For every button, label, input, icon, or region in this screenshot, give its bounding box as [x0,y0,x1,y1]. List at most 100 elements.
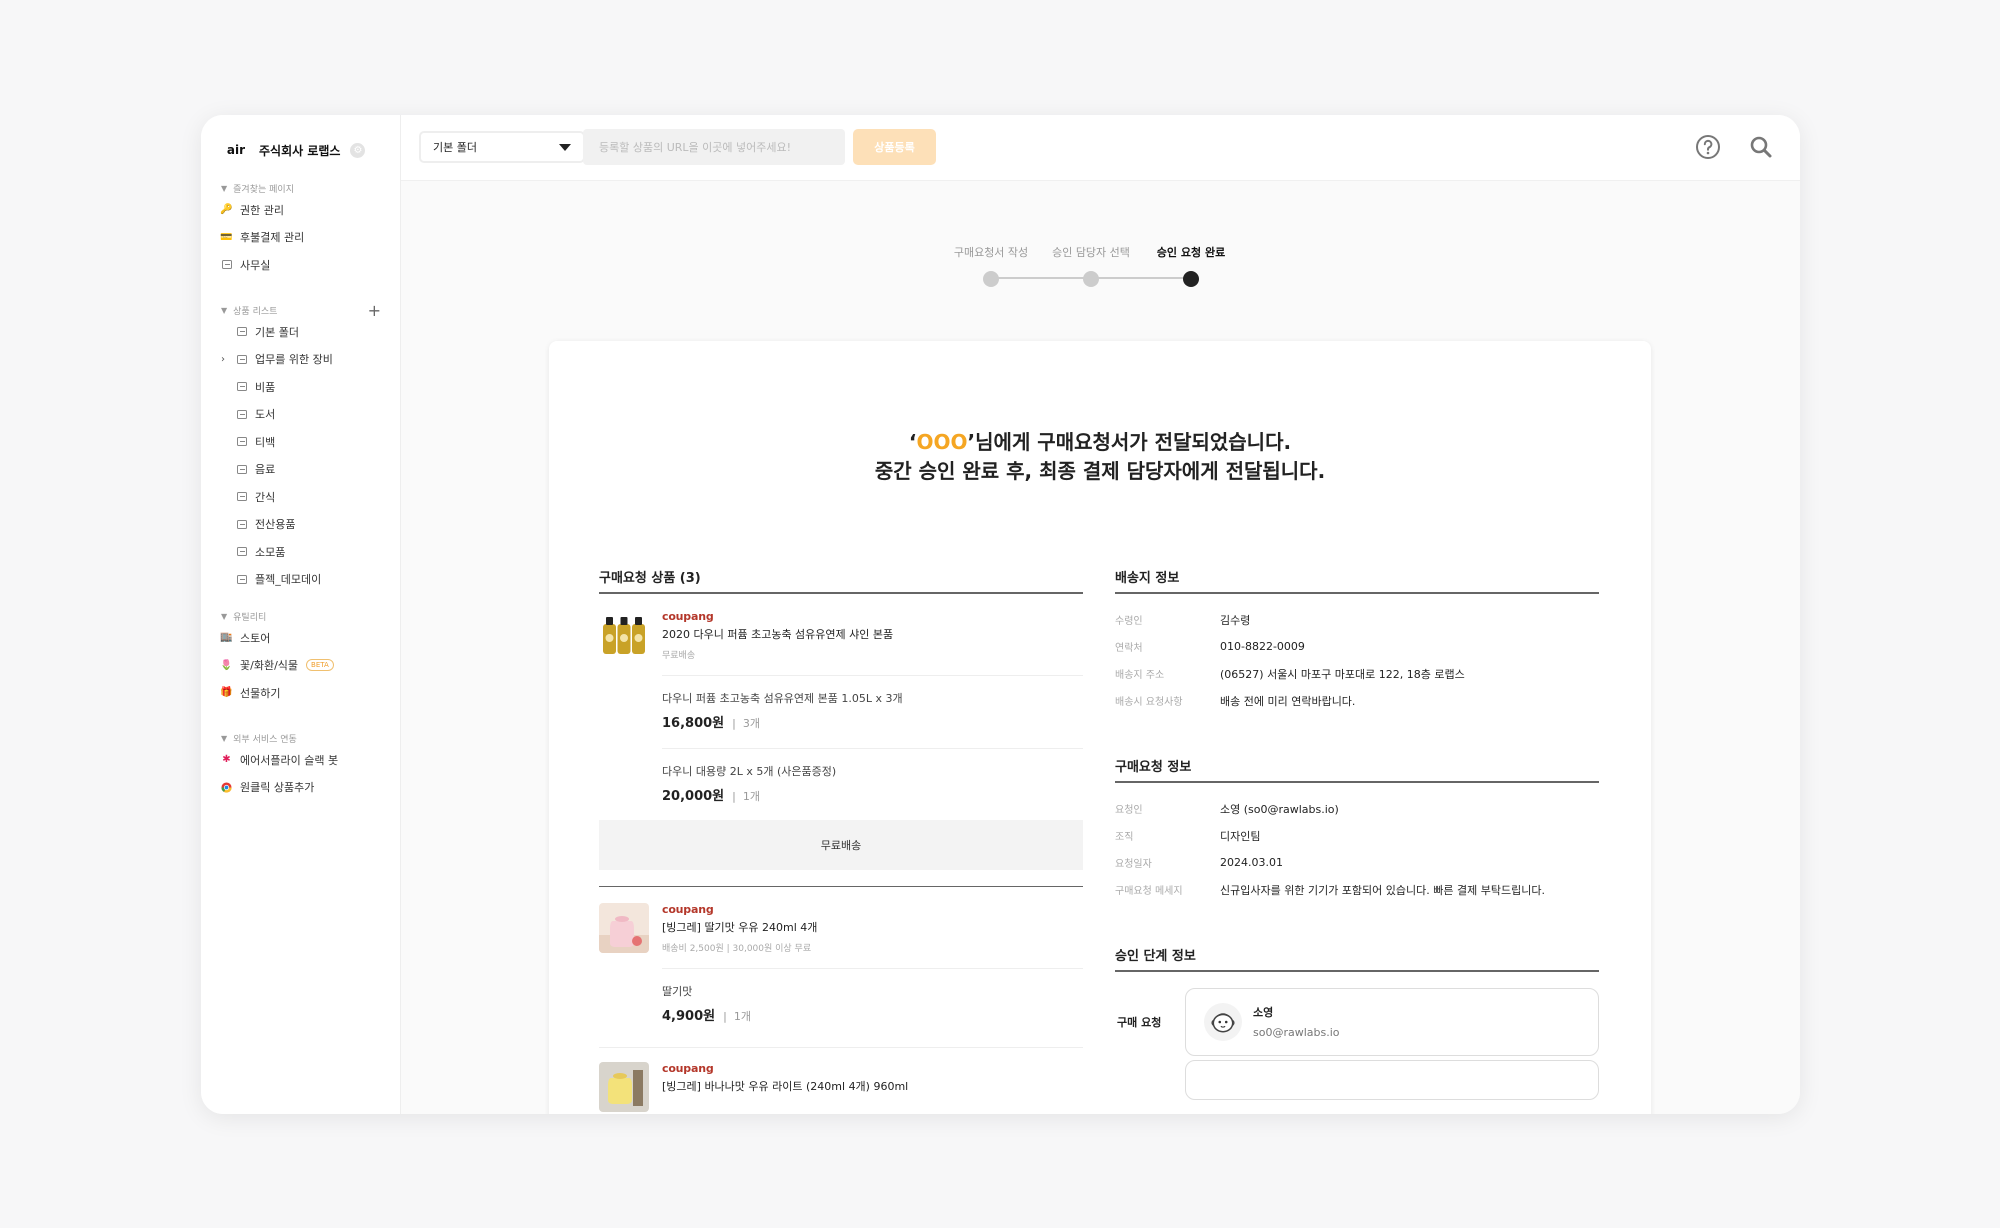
favorites-section: ▼ 즐겨찾는 페이지 🔑 권한 관리 💳 후불결제 관리 사무실 [220,180,391,279]
topbar: 기본 폴더 상품등록 [401,115,1800,181]
caret-down-icon: ▼ [221,183,228,193]
request-row: 요청일자 2024.03.01 [1115,856,1283,870]
coupang-logo: coupang [662,1062,714,1075]
sidebar-folder-item[interactable]: 플젝_데모데이 [221,566,391,594]
option-qty: 1개 [733,1010,751,1023]
folder-icon [236,409,247,420]
caret-down-icon: ▼ [221,611,228,621]
option-name: 다우니 퍼퓸 초고농축 섬유유연제 본품 1.05L x 3개 [662,692,903,705]
folder-icon [236,464,247,475]
app-window: air 주식회사 로랩스 ⚙ ▼ 즐겨찾는 페이지 🔑 권한 관리 💳 후불결제… [201,115,1800,1114]
products-section: ▼ 상품 리스트 + 기본 폴더 › 업무를 위한 장비 비품 도서 티백 음료 … [221,301,391,594]
sidebar-folder-item[interactable]: 음료 [221,456,391,484]
brand-logo: air [223,137,249,163]
products-section-title[interactable]: ▼ 상품 리스트 + [221,301,391,320]
approver-name-label: 소영 [1253,1006,1274,1019]
option-price: 20,000원 [662,789,725,804]
store-icon: 🏬 [220,632,233,644]
sidebar-item-one-click[interactable]: 원클릭 상품추가 [221,774,391,802]
approver-email: so0@rawlabs.io [1253,1026,1340,1039]
sidebar-folder-item[interactable]: 소모품 [221,538,391,566]
sidebar-item-flowers[interactable]: 🌷 꽃/화환/식물 BETA [220,652,391,680]
register-product-button[interactable]: 상품등록 [853,129,936,165]
chrome-icon [221,782,232,793]
utility-section-title[interactable]: ▼ 유틸리티 [221,608,391,624]
product-image-banana-milk[interactable] [599,1062,649,1112]
folder-select[interactable]: 기본 폴더 [419,131,585,163]
approver-name: OOO [916,430,968,454]
step-1-label: 구매요청서 작성 [953,246,1029,259]
external-section-title[interactable]: ▼ 외부 서비스 연동 [221,730,391,746]
sidebar-item-gift[interactable]: 🎁 선물하기 [220,679,391,707]
folder-icon [236,354,247,365]
url-input[interactable] [583,129,845,165]
step-1-dot [983,271,999,287]
product-name[interactable]: 2020 다우니 퍼퓸 초고농축 섬유유연제 샤인 본품 [662,626,1083,642]
product-item: coupang 2020 다우니 퍼퓸 초고농축 섬유유연제 샤인 본품 무료배… [599,610,1083,870]
request-info: 배송지 정보 수령인 김수령 연락처 010-8822-0009 배송지 주소 (06… [1115,567,1599,1100]
product-name[interactable]: [빙그레] 바나나맛 우유 라이트 (240ml 4개) 960ml [662,1078,1083,1094]
settings-icon[interactable]: ⚙ [350,142,366,158]
product-item: coupang [빙그레] 바나나맛 우유 라이트 (240ml 4개) 960… [599,1047,1083,1112]
product-name[interactable]: [빙그레] 딸기맛 우유 240ml 4개 [662,919,1083,935]
divider [1115,592,1599,594]
step-2-dot [1083,271,1099,287]
cart-icon[interactable] [1799,132,1800,162]
search-icon[interactable] [1746,132,1776,162]
chevron-right-icon[interactable]: › [221,354,225,365]
approval-step: 구매 요청 소영 so0@rawlabs.io [1115,988,1599,1058]
folder-icon [236,574,247,585]
next-approver-card[interactable] [1185,1060,1599,1100]
sidebar-folder-item[interactable]: 도서 [221,401,391,429]
help-icon[interactable] [1693,132,1723,162]
folder-icon [236,491,247,502]
sidebar-item-store[interactable]: 🏬 스토어 [220,624,391,652]
free-shipping-summary: 무료배송 [599,820,1083,870]
sidebar-item-slack-bot[interactable]: ✱ 에어서플라이 슬랙 봇 [221,746,391,774]
delivery-title: 배송지 정보 [1115,571,1180,586]
card-icon: 💳 [220,231,233,243]
coupang-logo: coupang [662,610,714,623]
add-folder-icon[interactable]: + [368,301,381,320]
product-item: coupang [빙그레] 딸기맛 우유 240ml 4개 배송비 2,500원… [599,903,1083,1041]
sidebar-folder-item[interactable]: 간식 [221,483,391,511]
sidebar-folder-item[interactable]: 티백 [221,428,391,456]
sidebar-item-permissions[interactable]: 🔑 권한 관리 [220,196,391,224]
divider [1115,970,1599,972]
approval-step-label: 구매 요청 [1117,1016,1162,1029]
gift-icon: 🎁 [220,687,233,699]
delivery-row: 배송시 요청사항 배송 전에 미리 연락바랍니다. [1115,694,1356,709]
sidebar-folder-item[interactable]: 기본 폴더 [221,318,391,346]
favorites-section-title[interactable]: ▼ 즐겨찾는 페이지 [221,180,391,196]
delivery-row: 연락처 010-8822-0009 [1115,640,1305,654]
sidebar-folder-item[interactable]: 비품 [221,373,391,401]
main-content: 구매요청서 작성 승인 담당자 선택 승인 요청 완료 ‘OOO’님에게 구매요… [401,181,1800,1114]
delivery-row: 배송지 주소 (06527) 서울시 마포구 마포대로 122, 18층 로랩스 [1115,667,1465,682]
sidebar-folder-item[interactable]: › 업무를 위한 장비 [221,346,391,374]
approver-avatar-icon [1204,1003,1242,1041]
sidebar-folder-item[interactable]: 전산용품 [221,511,391,539]
approver-card[interactable]: 소영 so0@rawlabs.io [1185,988,1599,1056]
folder-icon [221,259,232,270]
step-3-label: 승인 요청 완료 [1156,246,1226,259]
request-row: 요청인 소영 (so0@rawlabs.io) [1115,802,1339,817]
brand[interactable]: air 주식회사 로랩스 ⚙ [223,137,366,163]
progress-steps: 구매요청서 작성 승인 담당자 선택 승인 요청 완료 [954,244,1244,304]
shipping-info: 배송비 2,500원 | 30,000원 이상 무료 [662,944,812,954]
product-option: 딸기맛 4,900원 | 1개 [662,968,1083,1041]
option-qty: 3개 [742,717,760,730]
product-image-strawberry-milk[interactable] [599,903,649,953]
order-products-title: 구매요청 상품 (3) [599,571,701,586]
product-image-downy[interactable] [599,610,649,660]
sidebar-item-office[interactable]: 사무실 [221,251,391,279]
folder-icon [236,519,247,530]
step-3-dot [1183,271,1199,287]
dropdown-arrow-icon [559,144,571,151]
caret-down-icon: ▼ [221,305,228,315]
divider [599,886,1083,887]
completion-message: ‘OOO’님에게 구매요청서가 전달되었습니다. 중간 승인 완료 후, 최종 … [874,430,1326,483]
sidebar-item-deferred-payment[interactable]: 💳 후불결제 관리 [220,224,391,252]
flower-icon: 🌷 [220,659,233,671]
folder-icon [236,546,247,557]
shipping-info: 무료배송 [662,651,696,661]
